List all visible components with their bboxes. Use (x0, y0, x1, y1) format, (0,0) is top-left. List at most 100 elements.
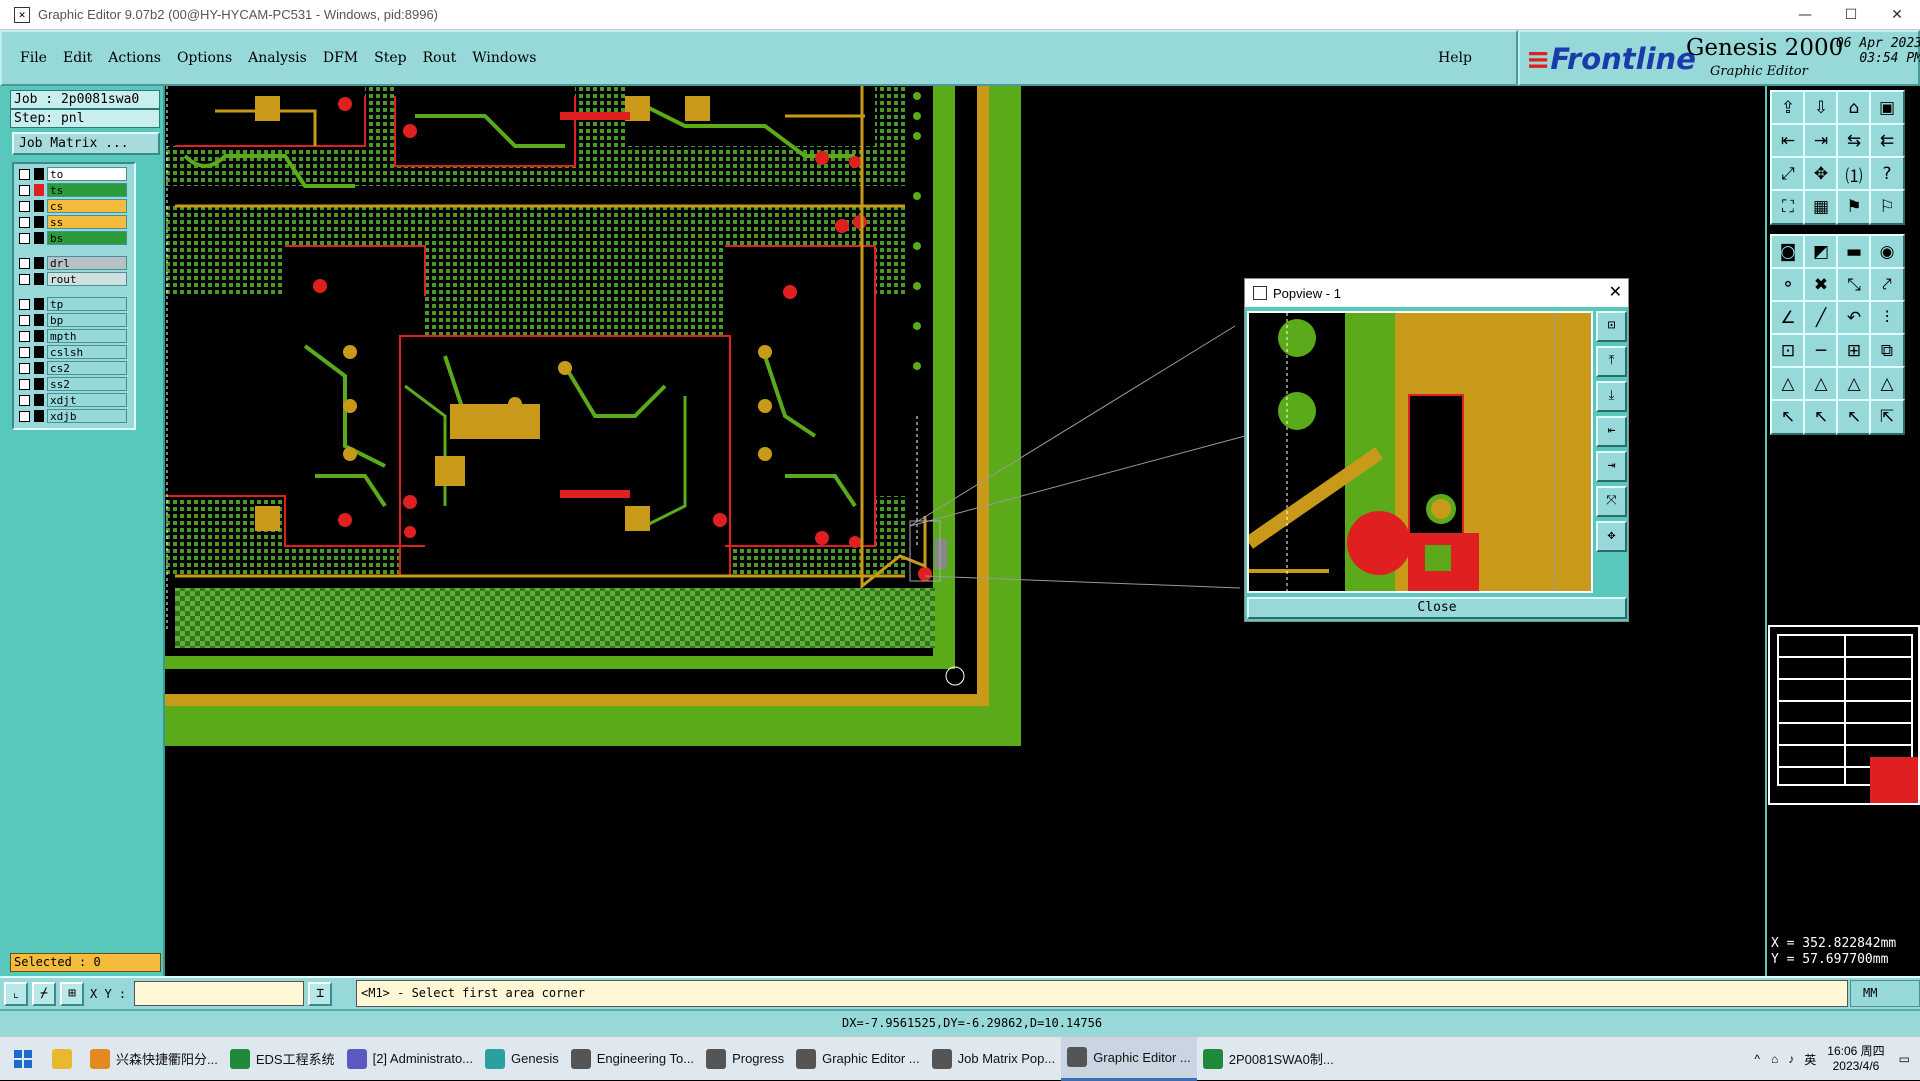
tool-save-icon[interactable]: ⇩ (1803, 90, 1839, 126)
layer-name[interactable]: ss (47, 215, 127, 229)
tool-scale-icon[interactable]: ⑴ (1836, 156, 1872, 192)
grid-icon[interactable]: ⊞ (60, 981, 84, 1006)
layer-checkbox[interactable] (19, 410, 30, 422)
layer-swatch[interactable] (34, 346, 44, 358)
tool-select-b-icon[interactable]: ↖ (1803, 399, 1839, 435)
layer-swatch[interactable] (34, 200, 44, 212)
tool-delete-icon[interactable]: ✖ (1803, 267, 1839, 303)
menu-file[interactable]: File (20, 50, 47, 66)
tool-pan-icon[interactable]: ✥ (1803, 156, 1839, 192)
tool-copy-icon[interactable]: ⧉ (1869, 333, 1905, 369)
taskbar-item[interactable]: Job Matrix Pop... (926, 1037, 1062, 1081)
layer-swatch[interactable] (34, 232, 44, 244)
tool-in-icon[interactable]: ⇤ (1770, 123, 1806, 159)
tool-back-icon[interactable]: ⇇ (1869, 123, 1905, 159)
layer-row-xdjt[interactable]: xdjt (16, 392, 132, 408)
tool-node-icon[interactable]: ⚬ (1770, 267, 1806, 303)
layer-row-mpth[interactable]: mpth (16, 328, 132, 344)
tool-flag-icon[interactable]: ⚑ (1836, 189, 1872, 225)
tool-tri-d-icon[interactable]: △ (1869, 366, 1905, 402)
layer-swatch[interactable] (34, 298, 44, 310)
ime-indicator[interactable]: 英 (1804, 1051, 1816, 1068)
tool-select-d-icon[interactable]: ⇱ (1869, 399, 1905, 435)
tool-select-a-icon[interactable]: ↖ (1770, 399, 1806, 435)
taskbar-item[interactable]: EDS工程系统 (224, 1037, 341, 1081)
file-explorer-button[interactable] (46, 1037, 84, 1081)
clock[interactable]: 16:06 周四 2023/4/6 (1827, 1044, 1884, 1074)
layer-checkbox[interactable] (19, 330, 30, 342)
tool-fullscreen-icon[interactable]: ⛶ (1770, 189, 1806, 225)
layer-checkbox[interactable] (19, 362, 30, 374)
popview-close-button[interactable]: Close (1247, 597, 1627, 619)
layer-row-cs[interactable]: cs (16, 198, 132, 214)
popview-zoom-home-button[interactable]: ⊡ (1596, 311, 1627, 342)
popview-pan-right-button[interactable]: ⇥ (1596, 451, 1627, 482)
layer-row-rout[interactable]: rout (16, 271, 132, 287)
job-matrix-button[interactable]: Job Matrix ... (12, 132, 160, 155)
layer-swatch[interactable] (34, 378, 44, 390)
layer-name[interactable]: xdjb (47, 409, 127, 423)
layer-row-ts[interactable]: ts (16, 182, 132, 198)
taskbar-item[interactable]: [2] Administrato... (341, 1037, 479, 1081)
menu-analysis[interactable]: Analysis (248, 50, 307, 66)
tool-undo-icon[interactable]: ↶ (1836, 300, 1872, 336)
tool-angle-icon[interactable]: ∠ (1770, 300, 1806, 336)
tool-add-icon[interactable]: ⊞ (1836, 333, 1872, 369)
layer-checkbox[interactable] (19, 200, 30, 212)
start-button[interactable] (0, 1037, 46, 1081)
menu-actions[interactable]: Actions (108, 50, 161, 66)
measure-icon[interactable]: ⌿ (32, 981, 56, 1006)
popview-zoom-in-button[interactable]: ⤒ (1596, 346, 1627, 377)
layer-row-drl[interactable]: drl (16, 255, 132, 271)
notification-icon[interactable]: ▭ (1899, 1052, 1910, 1066)
layer-swatch[interactable] (34, 394, 44, 406)
layer-name[interactable]: bp (47, 313, 127, 327)
tool-open-icon[interactable]: ⇪ (1770, 90, 1806, 126)
tray-volume-icon[interactable]: ♪ (1788, 1052, 1794, 1066)
tool-zoom-fit-icon[interactable]: ⤢ (1770, 156, 1806, 192)
menu-rout[interactable]: Rout (423, 50, 457, 66)
tool-out-icon[interactable]: ⇥ (1803, 123, 1839, 159)
tool-line-icon[interactable]: ▬ (1836, 234, 1872, 270)
layer-checkbox[interactable] (19, 257, 30, 269)
layer-name[interactable]: ts (47, 183, 127, 197)
tool-pad-icon[interactable]: ◉ (1869, 234, 1905, 270)
overview-map[interactable] (1768, 625, 1920, 805)
layer-checkbox[interactable] (19, 378, 30, 390)
layer-row-ss[interactable]: ss (16, 214, 132, 230)
tool-box-icon[interactable]: ⊡ (1770, 333, 1806, 369)
popview-fit-button[interactable]: ⤧ (1596, 486, 1627, 517)
layer-name[interactable]: mpth (47, 329, 127, 343)
layer-row-bp[interactable]: bp (16, 312, 132, 328)
layer-swatch[interactable] (34, 257, 44, 269)
layer-swatch[interactable] (34, 362, 44, 374)
tool-select-c-icon[interactable]: ↖ (1836, 399, 1872, 435)
unit-selector[interactable]: MM (1850, 980, 1920, 1007)
layer-checkbox[interactable] (19, 314, 30, 326)
menu-step[interactable]: Step (374, 50, 406, 66)
close-window-button[interactable]: ✕ (1874, 0, 1920, 30)
layer-swatch[interactable] (34, 410, 44, 422)
taskbar-item[interactable]: Graphic Editor ... (1061, 1036, 1197, 1081)
popview-canvas[interactable] (1247, 311, 1593, 593)
popview-pan-left-button[interactable]: ⇤ (1596, 416, 1627, 447)
layer-checkbox[interactable] (19, 346, 30, 358)
layer-name[interactable]: tp (47, 297, 127, 311)
tool-query-icon[interactable]: ? (1869, 156, 1905, 192)
layer-name[interactable]: drl (47, 256, 127, 270)
tool-flag-alt-icon[interactable]: ⚐ (1869, 189, 1905, 225)
tool-layer-icon[interactable]: ◩ (1803, 234, 1839, 270)
layer-row-cs2[interactable]: cs2 (16, 360, 132, 376)
tool-tri-c-icon[interactable]: △ (1836, 366, 1872, 402)
tool-swap-icon[interactable]: ⇆ (1836, 123, 1872, 159)
cursor-mode-icon[interactable]: ⌶ (308, 981, 333, 1006)
popview-close-icon[interactable]: ✕ (1609, 282, 1622, 301)
tool-dash-icon[interactable]: ─ (1803, 333, 1839, 369)
layer-row-xdjb[interactable]: xdjb (16, 408, 132, 424)
layer-swatch[interactable] (34, 216, 44, 228)
menu-dfm[interactable]: DFM (323, 50, 358, 66)
layer-checkbox[interactable] (19, 232, 30, 244)
layer-row-cslsh[interactable]: cslsh (16, 344, 132, 360)
menu-edit[interactable]: Edit (63, 50, 92, 66)
xy-input[interactable] (134, 981, 305, 1006)
